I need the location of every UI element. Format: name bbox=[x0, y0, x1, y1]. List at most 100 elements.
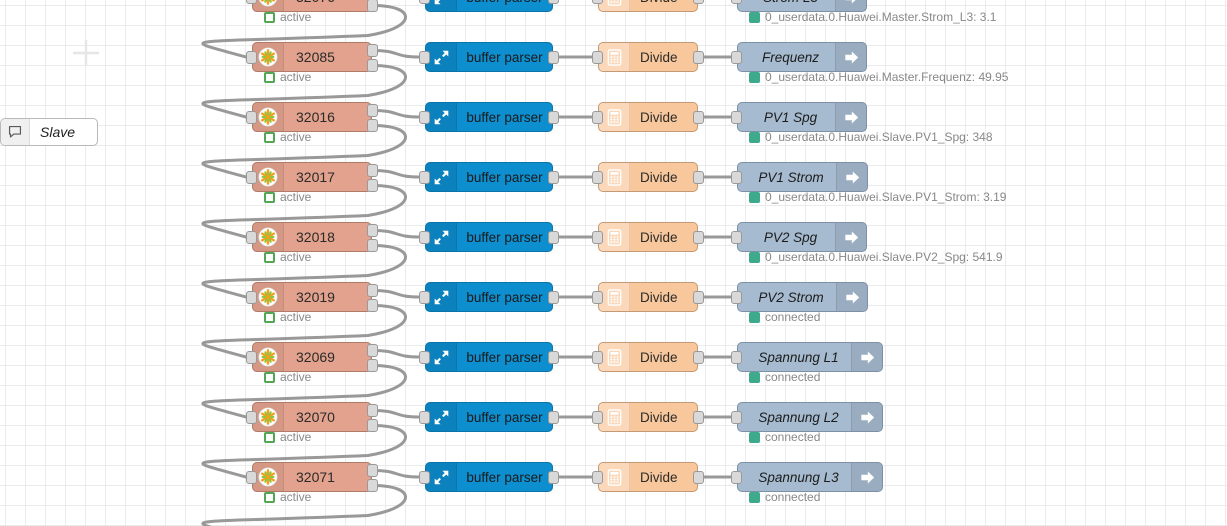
modbus-output-port-2[interactable] bbox=[367, 0, 378, 12]
buffer-parser-output-port[interactable] bbox=[548, 291, 559, 304]
modbus-output-port-2[interactable] bbox=[367, 119, 378, 132]
modbus-read-node[interactable]: 32085 bbox=[252, 42, 372, 72]
buffer-parser-node[interactable]: buffer parser bbox=[425, 342, 553, 372]
modbus-input-port[interactable] bbox=[246, 171, 257, 184]
buffer-parser-input-port[interactable] bbox=[419, 291, 430, 304]
divide-node[interactable]: Divide bbox=[598, 282, 698, 312]
modbus-output-port-1[interactable] bbox=[367, 464, 378, 477]
modbus-output-port-2[interactable] bbox=[367, 59, 378, 72]
buffer-parser-output-port[interactable] bbox=[548, 171, 559, 184]
divide-input-port[interactable] bbox=[592, 111, 603, 124]
buffer-parser-output-port[interactable] bbox=[548, 471, 559, 484]
buffer-parser-node[interactable]: buffer parser bbox=[425, 282, 553, 312]
output-input-port[interactable] bbox=[731, 411, 742, 424]
output-input-port[interactable] bbox=[731, 51, 742, 64]
modbus-output-port-1[interactable] bbox=[367, 44, 378, 57]
modbus-output-port-1[interactable] bbox=[367, 104, 378, 117]
divide-output-port[interactable] bbox=[693, 471, 704, 484]
modbus-output-port-2[interactable] bbox=[367, 239, 378, 252]
buffer-parser-output-port[interactable] bbox=[548, 411, 559, 424]
buffer-parser-input-port[interactable] bbox=[419, 0, 430, 4]
modbus-input-port[interactable] bbox=[246, 231, 257, 244]
divide-output-port[interactable] bbox=[693, 0, 704, 4]
output-write-node[interactable]: PV2 Strom bbox=[737, 282, 868, 312]
divide-input-port[interactable] bbox=[592, 411, 603, 424]
buffer-parser-input-port[interactable] bbox=[419, 231, 430, 244]
modbus-read-node[interactable]: 32018 bbox=[252, 222, 372, 252]
modbus-read-node[interactable]: 32070 bbox=[252, 402, 372, 432]
modbus-input-port[interactable] bbox=[246, 411, 257, 424]
buffer-parser-node[interactable]: buffer parser bbox=[425, 42, 553, 72]
modbus-input-port[interactable] bbox=[246, 0, 257, 4]
divide-output-port[interactable] bbox=[693, 231, 704, 244]
divide-output-port[interactable] bbox=[693, 51, 704, 64]
output-write-node[interactable]: Spannung L2 bbox=[737, 402, 883, 432]
buffer-parser-output-port[interactable] bbox=[548, 111, 559, 124]
flow-canvas[interactable]: Slave 32076active buffer parser bbox=[0, 0, 1227, 526]
divide-input-port[interactable] bbox=[592, 0, 603, 4]
buffer-parser-input-port[interactable] bbox=[419, 111, 430, 124]
modbus-output-port-1[interactable] bbox=[367, 224, 378, 237]
modbus-output-port-2[interactable] bbox=[367, 359, 378, 372]
modbus-input-port[interactable] bbox=[246, 351, 257, 364]
modbus-output-port-2[interactable] bbox=[367, 299, 378, 312]
modbus-read-node[interactable]: 32016 bbox=[252, 102, 372, 132]
output-write-node[interactable]: PV2 Spg bbox=[737, 222, 867, 252]
output-input-port[interactable] bbox=[731, 111, 742, 124]
buffer-parser-node[interactable]: buffer parser bbox=[425, 0, 553, 12]
buffer-parser-node[interactable]: buffer parser bbox=[425, 462, 553, 492]
modbus-output-port-1[interactable] bbox=[367, 164, 378, 177]
divide-output-port[interactable] bbox=[693, 411, 704, 424]
divide-node[interactable]: Divide bbox=[598, 342, 698, 372]
output-input-port[interactable] bbox=[731, 231, 742, 244]
output-input-port[interactable] bbox=[731, 0, 742, 4]
divide-node[interactable]: Divide bbox=[598, 102, 698, 132]
divide-input-port[interactable] bbox=[592, 351, 603, 364]
divide-input-port[interactable] bbox=[592, 471, 603, 484]
divide-input-port[interactable] bbox=[592, 51, 603, 64]
buffer-parser-node[interactable]: buffer parser bbox=[425, 222, 553, 252]
modbus-output-port-2[interactable] bbox=[367, 479, 378, 492]
modbus-read-node[interactable]: 32017 bbox=[252, 162, 372, 192]
divide-input-port[interactable] bbox=[592, 231, 603, 244]
output-write-node[interactable]: PV1 Strom bbox=[737, 162, 868, 192]
buffer-parser-node[interactable]: buffer parser bbox=[425, 102, 553, 132]
buffer-parser-output-port[interactable] bbox=[548, 51, 559, 64]
modbus-read-node[interactable]: 32019 bbox=[252, 282, 372, 312]
divide-node[interactable]: Divide bbox=[598, 462, 698, 492]
output-input-port[interactable] bbox=[731, 291, 742, 304]
buffer-parser-node[interactable]: buffer parser bbox=[425, 402, 553, 432]
divide-output-port[interactable] bbox=[693, 111, 704, 124]
modbus-read-node[interactable]: 32071 bbox=[252, 462, 372, 492]
output-input-port[interactable] bbox=[731, 351, 742, 364]
output-write-node[interactable]: Spannung L1 bbox=[737, 342, 883, 372]
output-write-node[interactable]: Spannung L3 bbox=[737, 462, 883, 492]
modbus-output-port-2[interactable] bbox=[367, 419, 378, 432]
output-write-node[interactable]: PV1 Spg bbox=[737, 102, 867, 132]
divide-node[interactable]: Divide bbox=[598, 42, 698, 72]
modbus-input-port[interactable] bbox=[246, 111, 257, 124]
modbus-output-port-2[interactable] bbox=[367, 179, 378, 192]
divide-input-port[interactable] bbox=[592, 291, 603, 304]
divide-input-port[interactable] bbox=[592, 171, 603, 184]
divide-node[interactable]: Divide bbox=[598, 162, 698, 192]
buffer-parser-input-port[interactable] bbox=[419, 471, 430, 484]
buffer-parser-input-port[interactable] bbox=[419, 411, 430, 424]
buffer-parser-input-port[interactable] bbox=[419, 51, 430, 64]
buffer-parser-output-port[interactable] bbox=[548, 351, 559, 364]
output-input-port[interactable] bbox=[731, 171, 742, 184]
buffer-parser-output-port[interactable] bbox=[548, 231, 559, 244]
divide-output-port[interactable] bbox=[693, 171, 704, 184]
buffer-parser-node[interactable]: buffer parser bbox=[425, 162, 553, 192]
buffer-parser-input-port[interactable] bbox=[419, 171, 430, 184]
modbus-input-port[interactable] bbox=[246, 471, 257, 484]
buffer-parser-output-port[interactable] bbox=[548, 0, 559, 4]
divide-output-port[interactable] bbox=[693, 291, 704, 304]
divide-node[interactable]: Divide bbox=[598, 222, 698, 252]
divide-node[interactable]: Divide bbox=[598, 402, 698, 432]
divide-node[interactable]: Divide bbox=[598, 0, 698, 12]
buffer-parser-input-port[interactable] bbox=[419, 351, 430, 364]
modbus-input-port[interactable] bbox=[246, 51, 257, 64]
comment-node-slave[interactable]: Slave bbox=[0, 118, 98, 146]
output-input-port[interactable] bbox=[731, 471, 742, 484]
